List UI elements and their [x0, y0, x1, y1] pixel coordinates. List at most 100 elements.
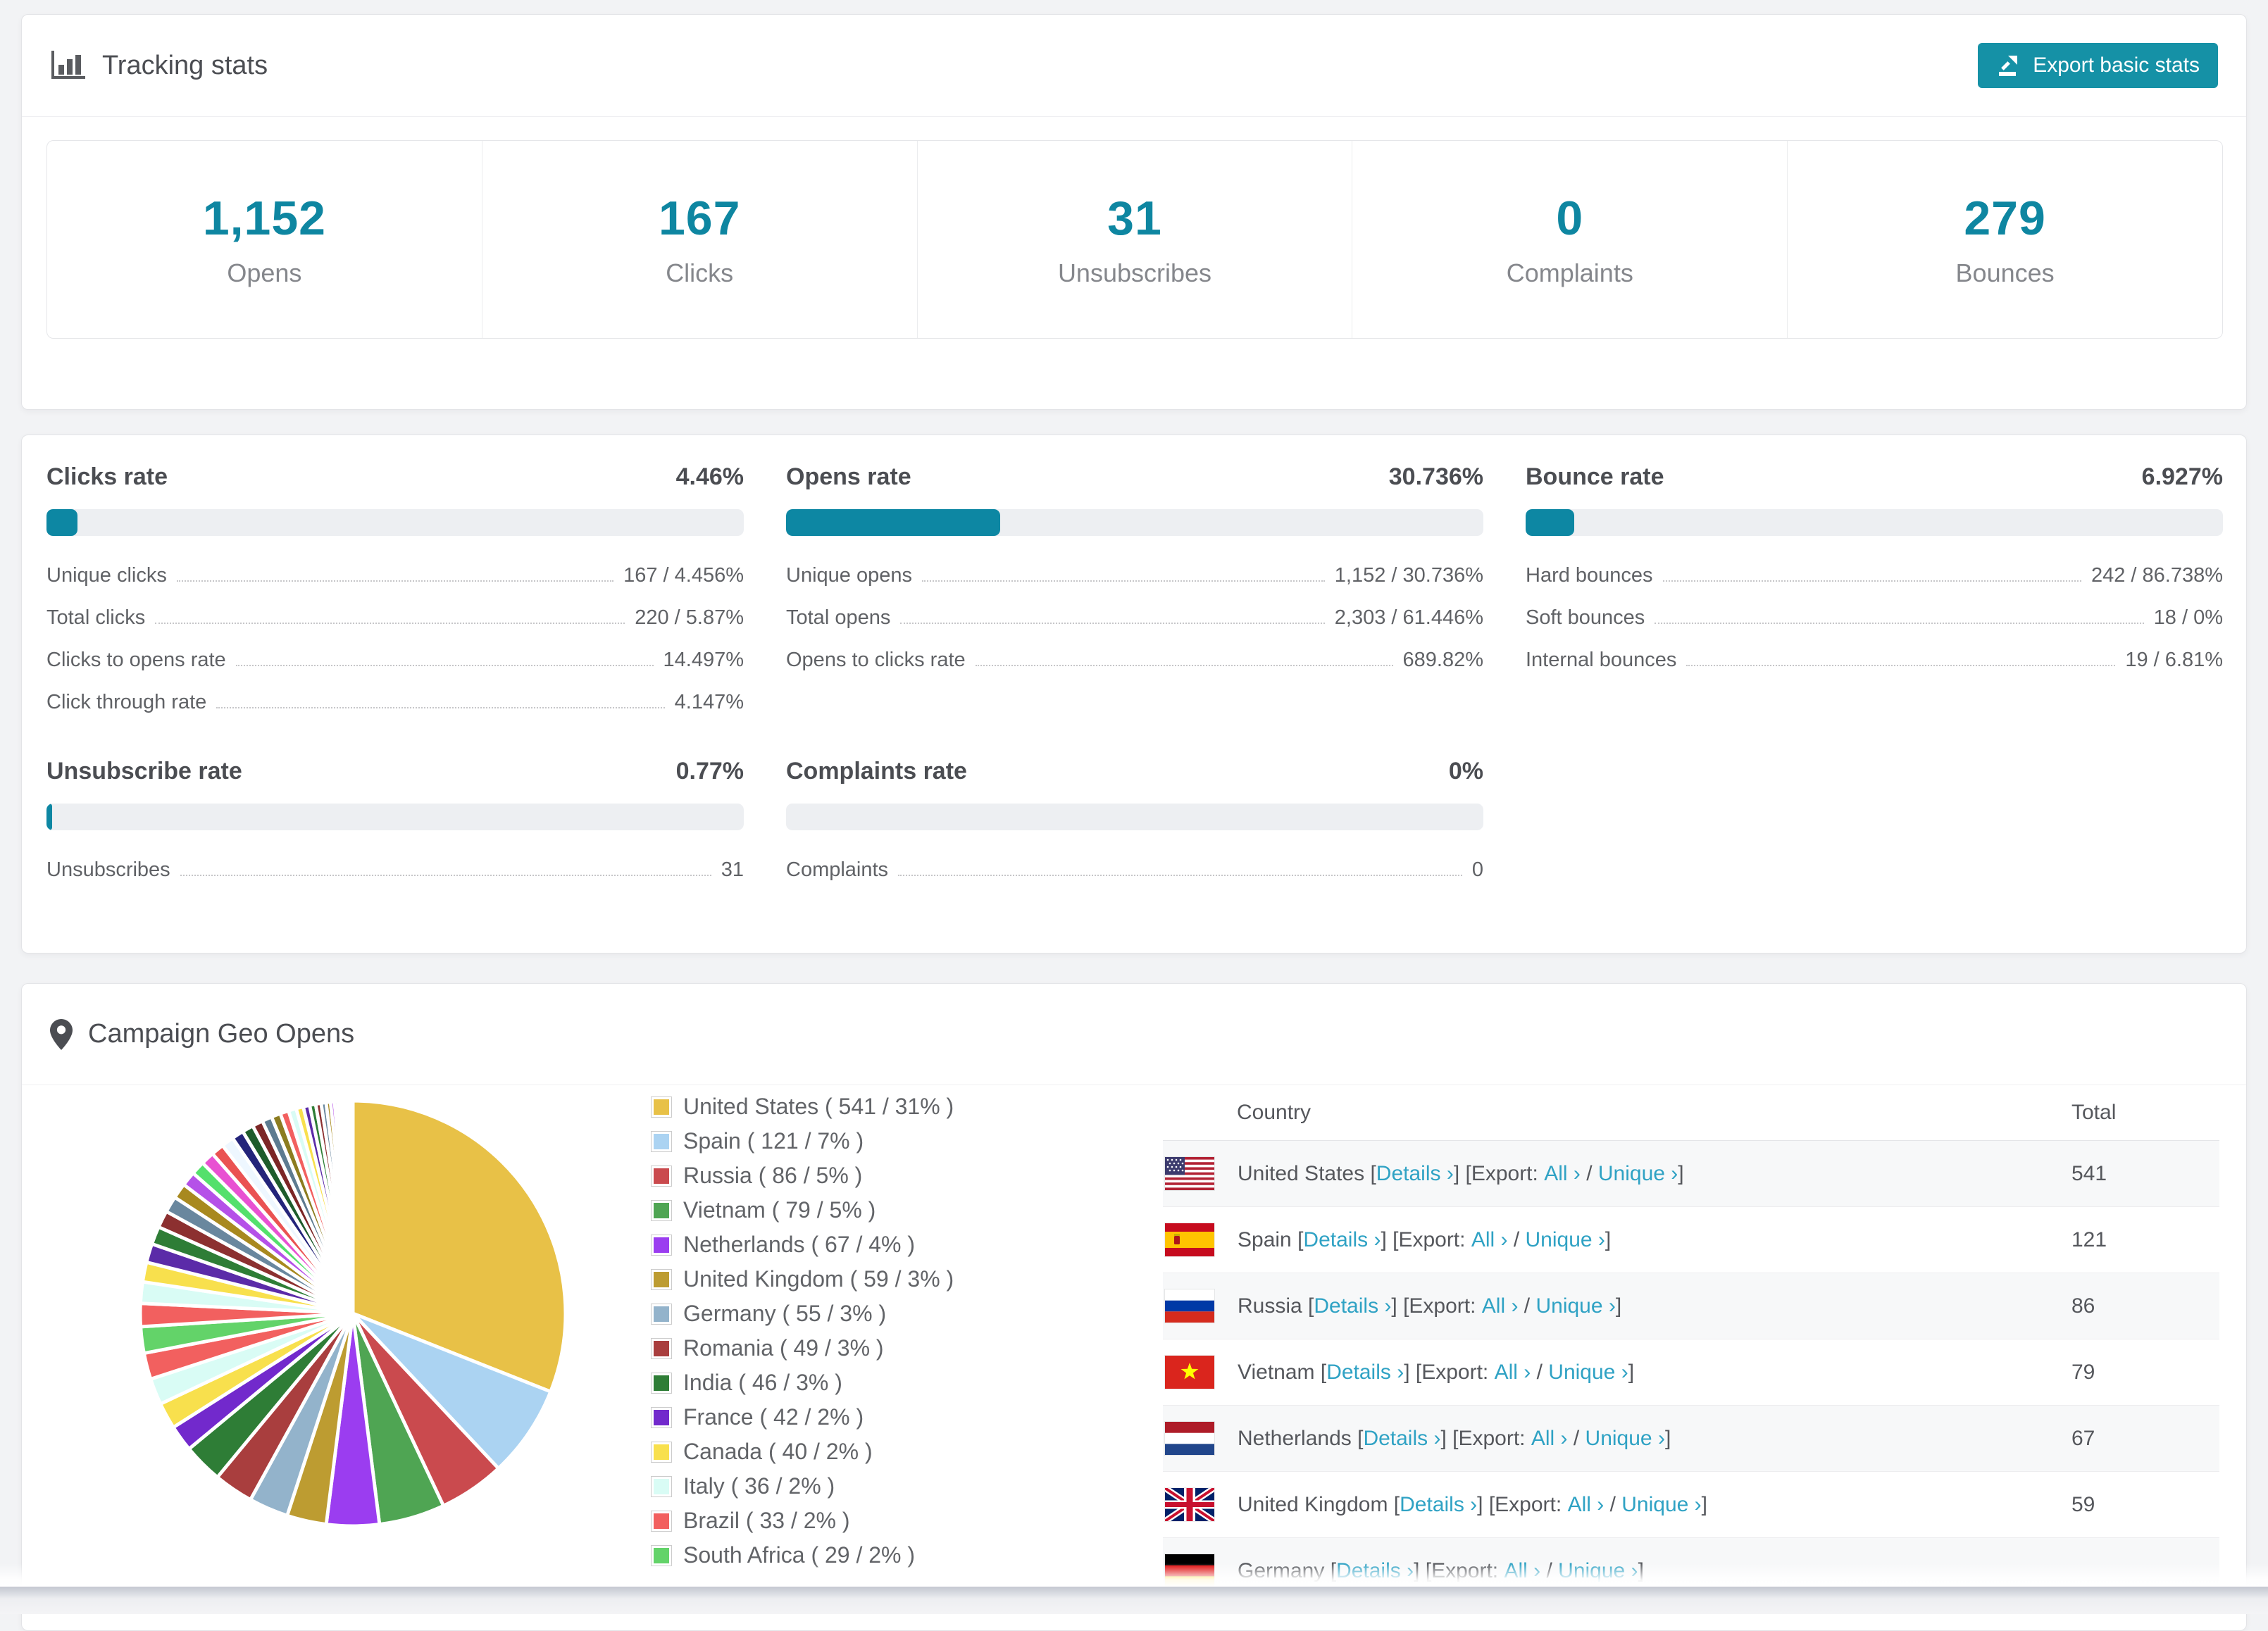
legend-item: Netherlands ( 67 / 4% ) — [651, 1232, 954, 1258]
legend-label: Spain ( 121 / 7% ) — [683, 1128, 864, 1154]
dotted-leader — [176, 580, 614, 582]
stat-box-clicks: 167 Clicks — [481, 141, 917, 338]
export-unique-link[interactable]: Unique › — [1535, 1294, 1615, 1318]
details-link[interactable]: Details › — [1326, 1361, 1404, 1385]
clicks-rate-title: Clicks rate — [46, 463, 168, 490]
country-column-header: Country — [1237, 1101, 1311, 1124]
legend-swatch — [651, 1406, 672, 1428]
tracking-stats-card: Tracking stats Export basic stats 1,152 … — [21, 14, 2247, 410]
bounce-rate-value: 6.927% — [2141, 463, 2223, 490]
country-total: 86 — [2071, 1294, 2095, 1318]
legend-swatch — [651, 1510, 672, 1532]
bounce-rate-title: Bounce rate — [1526, 463, 1664, 490]
legend-item: Spain ( 121 / 7% ) — [651, 1128, 954, 1154]
legend-item: Canada ( 40 / 2% ) — [651, 1439, 954, 1465]
country-total: 121 — [2071, 1227, 2107, 1251]
legend-swatch — [651, 1130, 672, 1152]
export-all-link[interactable]: All › — [1482, 1294, 1519, 1318]
unsubscribe-rate-fill — [46, 804, 52, 830]
legend-item: Germany ( 55 / 3% ) — [651, 1301, 954, 1327]
legend-label: Romania ( 49 / 3% ) — [683, 1335, 884, 1361]
stat-row: Hard bounces 242 / 86.738% — [1526, 564, 2223, 587]
export-unique-link[interactable]: Unique › — [1526, 1228, 1605, 1252]
bottom-fade-overlay — [0, 1563, 2268, 1587]
details-link[interactable]: Details › — [1314, 1294, 1391, 1318]
legend-label: France ( 42 / 2% ) — [683, 1404, 864, 1430]
export-basic-stats-button[interactable]: Export basic stats — [1978, 43, 2218, 88]
export-unique-link[interactable]: Unique › — [1598, 1162, 1678, 1186]
export-unique-link[interactable]: Unique › — [1621, 1493, 1701, 1517]
stat-box-unsubscribes: 31 Unsubscribes — [916, 141, 1352, 338]
export-button-label: Export basic stats — [2033, 54, 2200, 77]
pie-slice[interactable] — [350, 1099, 355, 1314]
stat-row: Unique opens 1,152 / 30.736% — [786, 564, 1483, 587]
legend-label: Canada ( 40 / 2% ) — [683, 1439, 873, 1464]
legend-item: France ( 42 / 2% ) — [651, 1404, 954, 1430]
details-link[interactable]: Details › — [1376, 1162, 1454, 1186]
country-total: 541 — [2071, 1161, 2107, 1185]
bounces-count: 279 — [1964, 192, 2046, 245]
legend-label: Brazil ( 33 / 2% ) — [683, 1508, 850, 1533]
flag-united-kingdom-icon — [1165, 1488, 1214, 1521]
flag-spain-icon — [1165, 1223, 1214, 1256]
flag-russia-icon — [1165, 1289, 1214, 1323]
export-all-link[interactable]: All › — [1471, 1228, 1508, 1252]
table-row: Vietnam [Details ›] [Export: All › / Uni… — [1163, 1339, 2219, 1406]
export-unique-link[interactable]: Unique › — [1548, 1361, 1628, 1385]
legend-swatch — [651, 1234, 672, 1256]
dotted-leader — [155, 623, 625, 624]
unsubscribe-rate-panel: Unsubscribe rate 0.77% Unsubscribes 31 — [46, 758, 744, 901]
legend-item: United States ( 541 / 31% ) — [651, 1094, 954, 1120]
details-link[interactable]: Details › — [1363, 1427, 1440, 1451]
country-name: United Kingdom — [1238, 1492, 1388, 1516]
stat-row: Click through rate 4.147% — [46, 691, 744, 713]
legend-item: Russia ( 86 / 5% ) — [651, 1163, 954, 1189]
campaign-geo-opens-card: Campaign Geo Opens United States ( 541 /… — [21, 983, 2247, 1631]
clicks-rate-value: 4.46% — [675, 463, 744, 490]
table-row: United Kingdom [Details ›] [Export: All … — [1163, 1472, 2219, 1538]
legend-item: United Kingdom ( 59 / 3% ) — [651, 1266, 954, 1292]
unsubscribe-rate-value: 0.77% — [675, 758, 744, 785]
legend-label: United Kingdom ( 59 / 3% ) — [683, 1266, 954, 1292]
legend-swatch — [651, 1165, 672, 1187]
legend-swatch — [651, 1268, 672, 1290]
legend-swatch — [651, 1441, 672, 1463]
legend-label: Italy ( 36 / 2% ) — [683, 1473, 835, 1499]
pie-legend: United States ( 541 / 31% ) Spain ( 121 /… — [651, 1094, 954, 1577]
stat-box-opens: 1,152 Opens — [47, 141, 482, 338]
flag-netherlands-icon — [1165, 1422, 1214, 1455]
geo-opens-pie-chart[interactable] — [127, 1088, 578, 1539]
dotted-leader — [1686, 665, 2116, 666]
country-total: 59 — [2071, 1492, 2095, 1516]
legend-label: United States ( 541 / 31% ) — [683, 1094, 954, 1119]
details-link[interactable]: Details › — [1400, 1493, 1477, 1517]
legend-swatch — [651, 1337, 672, 1359]
dotted-leader — [1655, 623, 2144, 624]
clicks-count: 167 — [658, 192, 741, 245]
details-link[interactable]: Details › — [1303, 1228, 1381, 1252]
bottom-edge-bar — [0, 1587, 2268, 1614]
country-name: United States — [1238, 1161, 1365, 1185]
country-name: Netherlands — [1238, 1426, 1352, 1450]
export-all-link[interactable]: All › — [1495, 1361, 1531, 1385]
export-all-link[interactable]: All › — [1544, 1162, 1581, 1186]
clicks-rate-fill — [46, 509, 78, 536]
country-name: Spain — [1238, 1227, 1292, 1251]
opens-rate-progressbar — [786, 509, 1483, 536]
complaints-rate-title: Complaints rate — [786, 758, 967, 785]
legend-item: Brazil ( 33 / 2% ) — [651, 1508, 954, 1534]
export-all-link[interactable]: All › — [1568, 1493, 1605, 1517]
stat-row: Opens to clicks rate 689.82% — [786, 649, 1483, 671]
complaints-label: Complaints — [1506, 258, 1633, 287]
dotted-leader — [235, 665, 654, 666]
legend-swatch — [651, 1372, 672, 1394]
export-unique-link[interactable]: Unique › — [1585, 1427, 1665, 1451]
legend-item: Vietnam ( 79 / 5% ) — [651, 1197, 954, 1223]
map-pin-icon — [50, 1018, 73, 1050]
opens-label: Opens — [227, 258, 302, 287]
dotted-leader — [921, 580, 1325, 582]
legend-swatch — [651, 1544, 672, 1566]
export-all-link[interactable]: All › — [1531, 1427, 1568, 1451]
legend-item: India ( 46 / 3% ) — [651, 1370, 954, 1396]
unsubscribes-label: Unsubscribes — [1057, 258, 1212, 287]
